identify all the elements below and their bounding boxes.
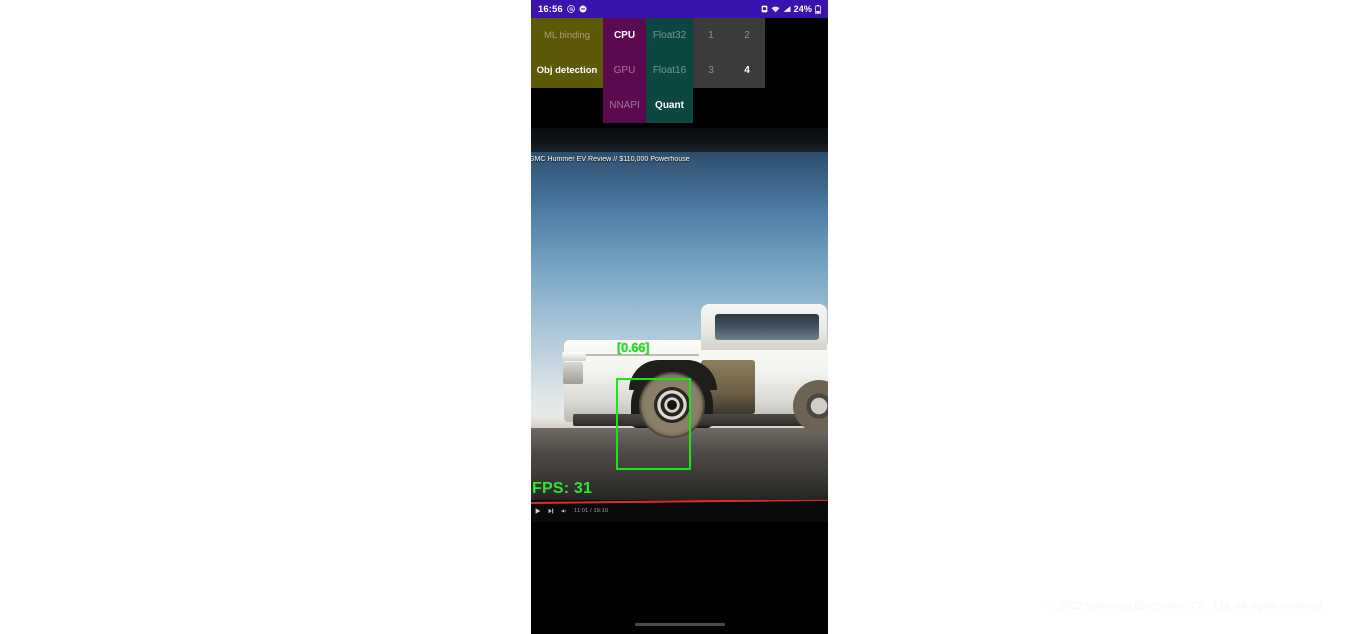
thread-option-4[interactable]: 4 [729,53,765,88]
video-timestamp: 11:01 / 19:10 [574,508,609,514]
lower-black-area [531,522,828,634]
camera-preview[interactable]: GMC Hummer EV Review // $110,000 Powerho… [531,128,828,522]
video-progress-fill [531,500,828,504]
at-sign-icon [566,5,575,13]
fps-counter: FPS: 31 [532,480,593,497]
status-bar-left: 16:56 [538,4,587,15]
cellular-signal-icon [783,5,791,13]
control-panel-filler [765,18,828,128]
delegate-option-gpu[interactable]: GPU [603,53,646,88]
precision-selector: Float32 Float16 Quant [646,18,693,123]
delegate-option-nnapi[interactable]: NNAPI [603,88,646,123]
wifi-icon [771,5,780,13]
status-bar-clock: 16:56 [538,3,563,15]
message-bubble-icon [579,5,587,13]
task-option-obj-detection[interactable]: Obj detection [531,53,603,88]
task-selector: ML binding Obj detection [531,18,603,88]
precision-option-quant[interactable]: Quant [646,88,693,123]
status-bar-right: 24% [761,4,821,14]
suv-grille [563,362,583,384]
play-pause-icon[interactable] [535,508,541,514]
suv-headlight [562,352,586,361]
battery-low-icon [815,4,821,14]
precision-option-float16[interactable]: Float16 [646,53,693,88]
thread-option-3[interactable]: 3 [693,53,729,88]
video-player-chrome: 11:01 / 19:10 [531,500,828,522]
video-letterbox-top [531,128,828,152]
control-panel: ML binding Obj detection CPU GPU NNAPI F… [531,18,828,128]
next-track-icon[interactable] [548,508,554,514]
precision-option-float32[interactable]: Float32 [646,18,693,53]
battery-percent-label: 24% [793,4,812,14]
detection-label: [0.66] [617,340,650,355]
page-watermark: © 2022 Samsung Electronics Co., Ltd. All… [1047,600,1326,612]
suv-vehicle [555,302,828,442]
thread-option-1[interactable]: 1 [693,18,729,53]
phone-screen: 16:56 24% ML binding Obj detection CPU G… [531,0,828,634]
thread-count-selector: 1 2 3 4 [693,18,765,88]
status-bar: 16:56 24% [531,0,828,18]
video-controls: 11:01 / 19:10 [535,508,608,514]
suv-window [715,314,819,340]
sim-card-icon [761,5,768,13]
home-gesture-pill[interactable] [634,623,725,626]
detection-bounding-box [616,378,691,470]
thread-row-top: 1 2 [693,18,765,53]
delegate-option-cpu[interactable]: CPU [603,18,646,53]
volume-icon[interactable] [561,508,567,514]
thread-option-2[interactable]: 2 [729,18,765,53]
video-progress-bar[interactable] [531,500,828,504]
video-title-overlay: GMC Hummer EV Review // $110,000 Powerho… [531,156,690,163]
thread-row-bottom: 3 4 [693,53,765,88]
delegate-selector: CPU GPU NNAPI [603,18,646,123]
screenshot-canvas: 16:56 24% ML binding Obj detection CPU G… [0,0,1360,634]
task-option-ml-binding[interactable]: ML binding [531,18,603,53]
